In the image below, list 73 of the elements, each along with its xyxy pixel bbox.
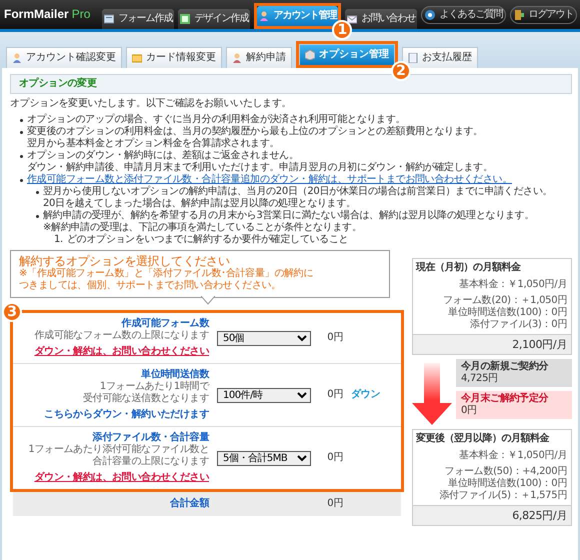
option-link[interactable]: こちらからダウン・解約いただけます — [15, 409, 209, 422]
section-header: オプションの変更 — [10, 74, 572, 94]
bullet — [20, 155, 23, 158]
fee-line: 単位時間送信数(100)：0円 — [447, 307, 568, 319]
support-link[interactable]: 作成可能フォーム数と添付ファイル数・合計容量追加のダウン・解約は、サポートまでお問い合わせください。 — [27, 174, 512, 186]
fee-line: 基本料金：￥1,050円/月 — [458, 279, 568, 291]
option-title: 添付ファイル数・合計容量 — [92, 432, 209, 444]
note-text: オプションのダウン・解約時には、差額はご返金されません。 ダウン・解約申請後、申請月月末まで利用いただけます。申請月翌月の月初にダウン・解約が確定します。 — [27, 150, 493, 174]
fee-line: 添付ファイル(3)：0円 — [469, 319, 568, 331]
envelope-icon — [347, 14, 358, 24]
step-marker: 3 — [2, 302, 22, 322]
note-text: オプションのアップの場合、すぐに当月分の利用料金が決済され利用可能となります。 — [27, 114, 406, 126]
fee-line: 添付ファイル(5)：＋1,575円 — [438, 490, 568, 502]
down-arrow-icon — [412, 363, 452, 426]
callout-text: ※「作成可能フォーム数」と「添付ファイル数･合計容量」の解約に つきましては、個別、サポートまでお問い合わせください。 — [19, 268, 314, 292]
option-description: 1フォームあたり添付可能なファイル数と 合計容量の上限になります — [27, 444, 209, 468]
note-text: どのオプションをいつまでに解約するか要件が確定していること — [66, 234, 348, 246]
change-label: 今月末ご解約予定分 — [461, 393, 548, 404]
option-select[interactable]: 100件/時 — [217, 388, 311, 403]
grid-icon — [180, 14, 190, 24]
card-title: 現在（月初）の月額料金 — [414, 260, 522, 275]
change-label: 今月の新規ご契約分 — [461, 361, 548, 372]
price-text: 0円 — [326, 452, 343, 464]
change-value: 4,725円 — [461, 373, 498, 384]
option-description: 作成可能なフォーム数の上限になります — [33, 330, 209, 342]
nav-tab[interactable]: お問い合わせ — [345, 9, 418, 29]
option-title: 作成可能フォーム数 — [120, 318, 209, 330]
account-tab[interactable]: カード情報変更 — [126, 47, 222, 68]
fee-line: 単位時間送信数(100)：0円 — [447, 478, 568, 490]
bullet — [36, 215, 39, 218]
account-tab[interactable]: アカウント確認変更 — [6, 47, 122, 68]
nav-tab[interactable]: フォーム作成 — [102, 9, 174, 29]
door-icon — [514, 10, 524, 20]
option-link[interactable]: ダウン・解約は、お問い合わせください — [15, 346, 209, 358]
total-value: 0円 — [326, 498, 343, 510]
nav-tab[interactable]: デザイン作成 — [178, 9, 250, 29]
price-text: 0円 — [326, 332, 343, 344]
option-description: 1フォームあたり1時間で 受付可能な送信数となります — [82, 381, 209, 406]
card-icon — [132, 53, 142, 63]
bullet — [20, 119, 23, 122]
list-number: 1. — [54, 234, 63, 246]
fee-line: 基本料金：￥1,050円/月 — [458, 450, 568, 462]
document-icon — [408, 53, 418, 63]
document-icon — [104, 14, 114, 24]
bullet — [20, 179, 23, 182]
logo: FormMailer Pro — [4, 7, 90, 22]
note-text: 解約申請の受理が、解約を希望する月の月末から3営業日に満たない場合は、解約は翌月以降の処理となります。 ※解約申請の受理は、下記の事項を満たしていることが条件となります。 — [43, 210, 534, 234]
user-icon — [232, 53, 242, 63]
fee-line: フォーム数(50)：+4,200円 — [444, 466, 568, 478]
bullet — [36, 191, 39, 194]
note-text: 変更後のオプションの利用料金は、当月の契約履歴から最も上位のオプションとの差額費用となります。 翌月から基本料金とオプション料金を合算請求されます。 — [27, 126, 483, 150]
option-select[interactable]: 5個・合計5MB — [217, 450, 311, 466]
callout-title: 解約するオプションを選択してください — [19, 254, 231, 268]
account-tab[interactable]: 解約申請 — [226, 47, 292, 68]
total-label: 合計金額 — [170, 498, 209, 510]
user-icon — [12, 53, 22, 63]
header-button[interactable]: ログアウト — [510, 6, 578, 24]
change-value: 0円 — [461, 405, 477, 416]
option-link[interactable]: ダウン・解約は、お問い合わせください — [15, 472, 209, 484]
user-icon — [259, 11, 270, 21]
cube-icon — [305, 50, 315, 60]
fee-line: フォーム数(20)：＋1,050円 — [442, 295, 568, 306]
header-button[interactable]: よくあるご質問 — [421, 6, 506, 24]
bullet — [20, 131, 23, 134]
option-title: 単位時間送信数 — [140, 369, 209, 380]
intro-text: オプションを変更いたします。以下ご確認をお願いいたします。 — [10, 98, 292, 110]
price-text: 0円 — [326, 389, 343, 402]
fee-total: 6,825円/月 — [413, 505, 571, 526]
note-text: 翌月から使用しないオプションの解約申請は、当月の20日（20日が休業日の場合は前営業日）までに申請ください。 20日を越えてしまった場合は、解約申請は翌月以降の処理となります。 — [43, 186, 552, 210]
option-select[interactable]: 50個 — [217, 330, 311, 346]
help-icon — [425, 10, 436, 20]
card-title: 変更後（翌月以降）の月額料金 — [415, 431, 550, 446]
fee-total: 2,100円/月 — [413, 334, 571, 354]
